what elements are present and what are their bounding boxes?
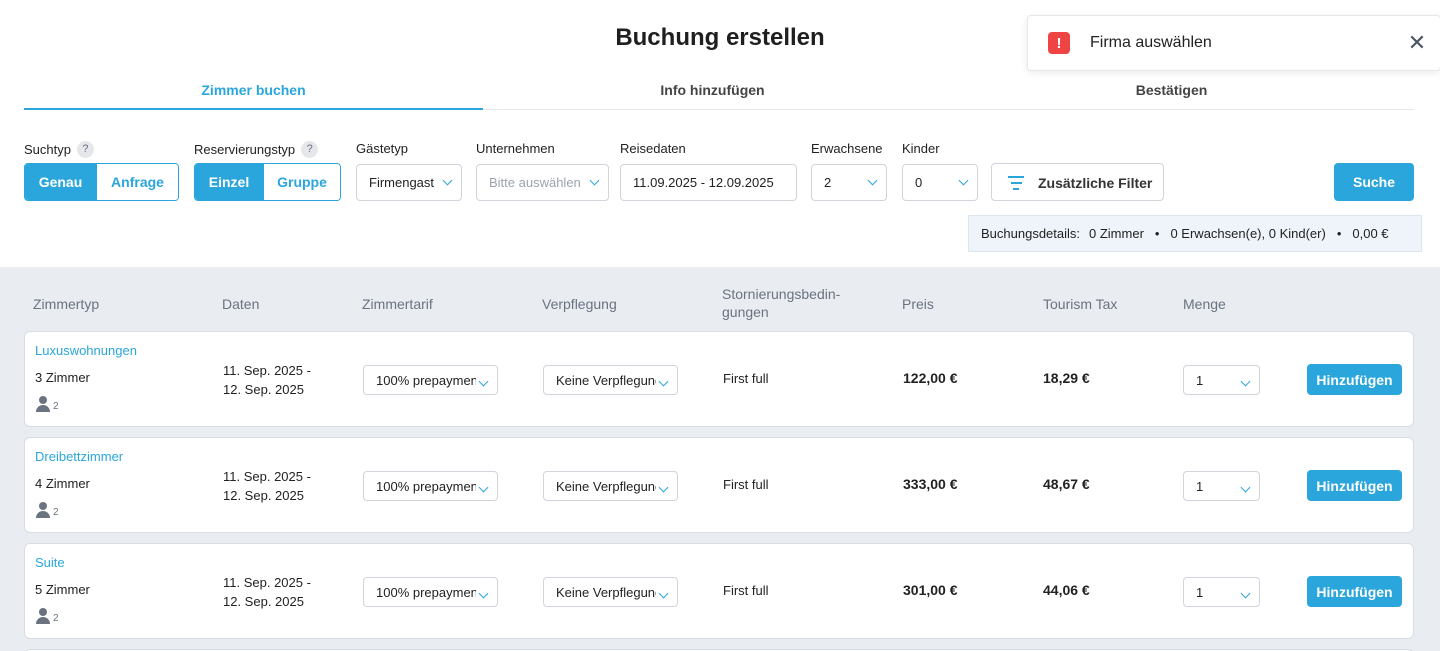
header-dates: Daten	[222, 296, 260, 312]
chevron-down-icon	[478, 588, 489, 599]
header-cancellation: Stornierungsbedin- gungen	[722, 286, 841, 320]
quantity-select[interactable]: 1	[1183, 577, 1260, 607]
header-price: Preis	[902, 296, 934, 312]
notification-toast: ! Firma auswählen ✕	[1027, 15, 1440, 71]
header-quantity: Menge	[1183, 296, 1226, 312]
chevron-down-icon	[589, 175, 600, 186]
header-board: Verpflegung	[542, 296, 617, 312]
quantity-select[interactable]: 1	[1183, 471, 1260, 501]
rate-select[interactable]: 100% prepayment	[363, 577, 498, 607]
guest-type-label: Gästetyp	[356, 141, 409, 156]
alert-icon: !	[1048, 32, 1070, 54]
reservation-type-toggle: Einzel Gruppe	[194, 163, 341, 201]
chevron-down-icon	[478, 376, 489, 387]
help-icon[interactable]: ?	[76, 141, 94, 158]
table-row: Luxuswohnungen 3 Zimmer 2 11. Sep. 2025 …	[24, 331, 1414, 427]
booking-summary: Buchungsdetails: 0 Zimmer • 0 Erwachsen(…	[968, 215, 1422, 252]
table-row: Dreibettzimmer 4 Zimmer 2 11. Sep. 2025 …	[24, 437, 1414, 533]
tourism-tax: 18,29 €	[1043, 370, 1090, 386]
room-count: 3 Zimmer	[35, 370, 90, 385]
quantity-select[interactable]: 1	[1183, 365, 1260, 395]
tab-zimmer-buchen[interactable]: Zimmer buchen	[24, 78, 483, 110]
room-type-link[interactable]: Suite	[35, 555, 65, 570]
rate-select[interactable]: 100% prepayment	[363, 365, 498, 395]
header-tax: Tourism Tax	[1043, 296, 1118, 312]
person-icon	[35, 396, 51, 412]
room-type-link[interactable]: Luxuswohnungen	[35, 343, 137, 358]
guest-capacity: 2	[35, 396, 59, 412]
stay-dates: 11. Sep. 2025 - 12. Sep. 2025	[223, 363, 311, 397]
reservation-type-single-button[interactable]: Einzel	[195, 164, 263, 200]
chevron-down-icon	[658, 588, 669, 599]
travel-dates-input[interactable]: 11.09.2025 - 12.09.2025	[620, 164, 797, 201]
add-room-button[interactable]: Hinzufügen	[1307, 576, 1402, 607]
chevron-down-icon	[442, 175, 453, 186]
chevron-down-icon	[867, 175, 878, 186]
reservation-type-label: Reservierungstyp ?	[194, 141, 319, 158]
reservation-type-group-button[interactable]: Gruppe	[263, 164, 340, 200]
guest-capacity: 2	[35, 502, 59, 518]
company-select[interactable]: Bitte auswählen	[476, 164, 609, 201]
chevron-down-icon	[1240, 482, 1251, 493]
table-row: Suite 5 Zimmer 2 11. Sep. 2025 - 12. Sep…	[24, 543, 1414, 639]
room-price: 122,00 €	[903, 370, 958, 386]
search-type-request-button[interactable]: Anfrage	[96, 164, 178, 200]
help-icon[interactable]: ?	[301, 141, 319, 158]
filter-icon	[1008, 176, 1024, 190]
results-panel: Zimmertyp Daten Zimmertarif Verpflegung …	[0, 267, 1440, 651]
cancellation-policy: First full	[723, 371, 769, 386]
additional-filters-button[interactable]: Zusätzliche Filter	[991, 163, 1164, 201]
room-type-link[interactable]: Dreibettzimmer	[35, 449, 123, 464]
cancellation-policy: First full	[723, 583, 769, 598]
children-select[interactable]: 0	[902, 164, 978, 201]
search-button[interactable]: Suche	[1334, 163, 1414, 201]
room-price: 333,00 €	[903, 476, 958, 492]
adults-select[interactable]: 2	[811, 164, 887, 201]
company-label: Unternehmen	[476, 141, 555, 156]
board-select[interactable]: Keine Verpflegung	[543, 577, 678, 607]
stay-dates: 11. Sep. 2025 - 12. Sep. 2025	[223, 469, 311, 503]
room-count: 4 Zimmer	[35, 476, 90, 491]
header-rate: Zimmertarif	[362, 296, 433, 312]
cancellation-policy: First full	[723, 477, 769, 492]
chevron-down-icon	[1240, 376, 1251, 387]
person-icon	[35, 608, 51, 624]
search-type-exact-button[interactable]: Genau	[25, 164, 96, 200]
search-type-toggle: Genau Anfrage	[24, 163, 179, 201]
room-count: 5 Zimmer	[35, 582, 90, 597]
room-price: 301,00 €	[903, 582, 958, 598]
search-type-label: Suchtyp ?	[24, 141, 94, 158]
tourism-tax: 48,67 €	[1043, 476, 1090, 492]
header-room-type: Zimmertyp	[33, 296, 100, 312]
adults-label: Erwachsene	[811, 141, 883, 156]
add-room-button[interactable]: Hinzufügen	[1307, 364, 1402, 395]
board-select[interactable]: Keine Verpflegung	[543, 365, 678, 395]
tourism-tax: 44,06 €	[1043, 582, 1090, 598]
guest-type-select[interactable]: Firmengast	[356, 164, 462, 201]
board-select[interactable]: Keine Verpflegung	[543, 471, 678, 501]
person-icon	[35, 502, 51, 518]
travel-dates-label: Reisedaten	[620, 141, 686, 156]
chevron-down-icon	[658, 482, 669, 493]
rate-select[interactable]: 100% prepayment	[363, 471, 498, 501]
chevron-down-icon	[958, 175, 969, 186]
chevron-down-icon	[658, 376, 669, 387]
tab-info-hinzufuegen[interactable]: Info hinzufügen	[483, 78, 942, 109]
booking-steps-tabs: Zimmer buchen Info hinzufügen Bestätigen	[24, 78, 1414, 110]
chevron-down-icon	[478, 482, 489, 493]
close-icon[interactable]: ✕	[1406, 32, 1428, 54]
children-label: Kinder	[902, 141, 940, 156]
chevron-down-icon	[1240, 588, 1251, 599]
add-room-button[interactable]: Hinzufügen	[1307, 470, 1402, 501]
guest-capacity: 2	[35, 608, 59, 624]
tab-bestaetigen[interactable]: Bestätigen	[942, 78, 1401, 109]
toast-message: Firma auswählen	[1090, 34, 1212, 51]
stay-dates: 11. Sep. 2025 - 12. Sep. 2025	[223, 575, 311, 609]
